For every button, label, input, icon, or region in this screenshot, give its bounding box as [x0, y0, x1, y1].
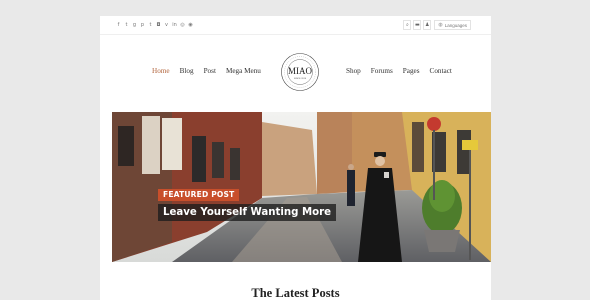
user-icon[interactable]: ♟	[423, 20, 432, 30]
nav-home[interactable]: Home	[152, 67, 170, 75]
social-links: f t g p t ◘ v in ◎ ◉	[116, 22, 193, 28]
dribbble-icon[interactable]: ◎	[180, 22, 185, 28]
globe-icon: ◍	[438, 22, 443, 28]
main-nav-left: Home Blog Post Mega Menu	[152, 67, 261, 75]
language-label: Languages	[444, 22, 467, 28]
tumblr-icon[interactable]: t	[148, 22, 153, 28]
logo-subtitle: SINCE 2016	[294, 78, 307, 80]
nav-forums[interactable]: Forums	[371, 67, 393, 75]
top-bar: f t g p t ◘ v in ◎ ◉ ⌕ ▬ ♟ ◍ Languages	[100, 16, 491, 35]
main-nav-right: Shop Forums Pages Contact	[346, 67, 452, 75]
site-logo[interactable]: MIAO SINCE 2016	[280, 52, 320, 92]
featured-post-title[interactable]: Leave Yourself Wanting More	[158, 204, 337, 221]
rss-icon[interactable]: ◉	[188, 22, 193, 28]
page: f t g p t ◘ v in ◎ ◉ ⌕ ▬ ♟ ◍ Languages H…	[100, 16, 491, 300]
logo-title: MIAO	[288, 66, 312, 76]
top-tools: ⌕ ▬ ♟ ◍ Languages	[403, 20, 471, 30]
search-icon[interactable]: ⌕	[403, 20, 412, 30]
pinterest-icon[interactable]: p	[140, 22, 145, 28]
nav-mega-menu[interactable]: Mega Menu	[226, 67, 261, 75]
nav-pages[interactable]: Pages	[403, 67, 420, 75]
language-selector[interactable]: ◍ Languages	[434, 20, 471, 30]
cart-icon[interactable]: ▬	[413, 20, 422, 30]
nav-post[interactable]: Post	[204, 67, 216, 75]
nav-shop[interactable]: Shop	[346, 67, 361, 75]
instagram-icon[interactable]: ◘	[156, 22, 161, 28]
section-title: The Latest Posts	[251, 286, 340, 300]
linkedin-icon[interactable]: in	[172, 22, 177, 28]
vimeo-icon[interactable]: v	[164, 22, 169, 28]
nav-contact[interactable]: Contact	[430, 67, 452, 75]
featured-post-slider[interactable]: FEATURED POST Leave Yourself Wanting Mor…	[112, 112, 491, 262]
twitter-icon[interactable]: t	[124, 22, 129, 28]
facebook-icon[interactable]: f	[116, 22, 121, 28]
featured-badge: FEATURED POST	[158, 189, 240, 201]
google-plus-icon[interactable]: g	[132, 22, 137, 28]
featured-post-image	[112, 112, 491, 262]
nav-blog[interactable]: Blog	[180, 67, 194, 75]
